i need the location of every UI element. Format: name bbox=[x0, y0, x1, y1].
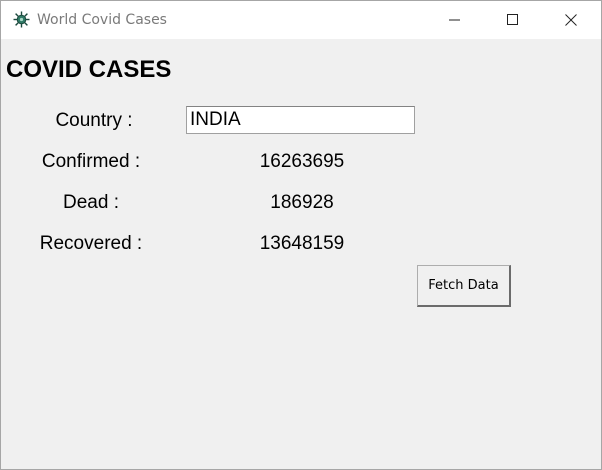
title-bar[interactable]: World Covid Cases bbox=[1, 1, 601, 39]
confirmed-label: Confirmed : bbox=[41, 151, 141, 172]
client-area: COVID CASES Country : Confirmed : 162636… bbox=[1, 39, 601, 469]
maximize-icon bbox=[507, 14, 518, 25]
recovered-value: 13648159 bbox=[259, 233, 345, 254]
fetch-data-button[interactable]: Fetch Data bbox=[417, 265, 511, 307]
minimize-button[interactable] bbox=[432, 1, 478, 39]
close-button[interactable] bbox=[548, 1, 594, 39]
window-title: World Covid Cases bbox=[37, 12, 167, 28]
close-icon bbox=[565, 14, 577, 26]
minimize-icon bbox=[449, 19, 460, 21]
maximize-button[interactable] bbox=[490, 1, 536, 39]
dead-value: 186928 bbox=[270, 192, 334, 213]
recovered-label: Recovered : bbox=[39, 233, 143, 254]
confirmed-value: 16263695 bbox=[259, 151, 345, 172]
dead-label: Dead : bbox=[63, 192, 119, 213]
country-input[interactable] bbox=[186, 106, 415, 134]
app-window: World Covid Cases COVID CASES Country : … bbox=[0, 0, 602, 470]
page-title: COVID CASES bbox=[6, 56, 172, 83]
virus-icon bbox=[13, 11, 30, 28]
country-label: Country : bbox=[55, 110, 133, 131]
